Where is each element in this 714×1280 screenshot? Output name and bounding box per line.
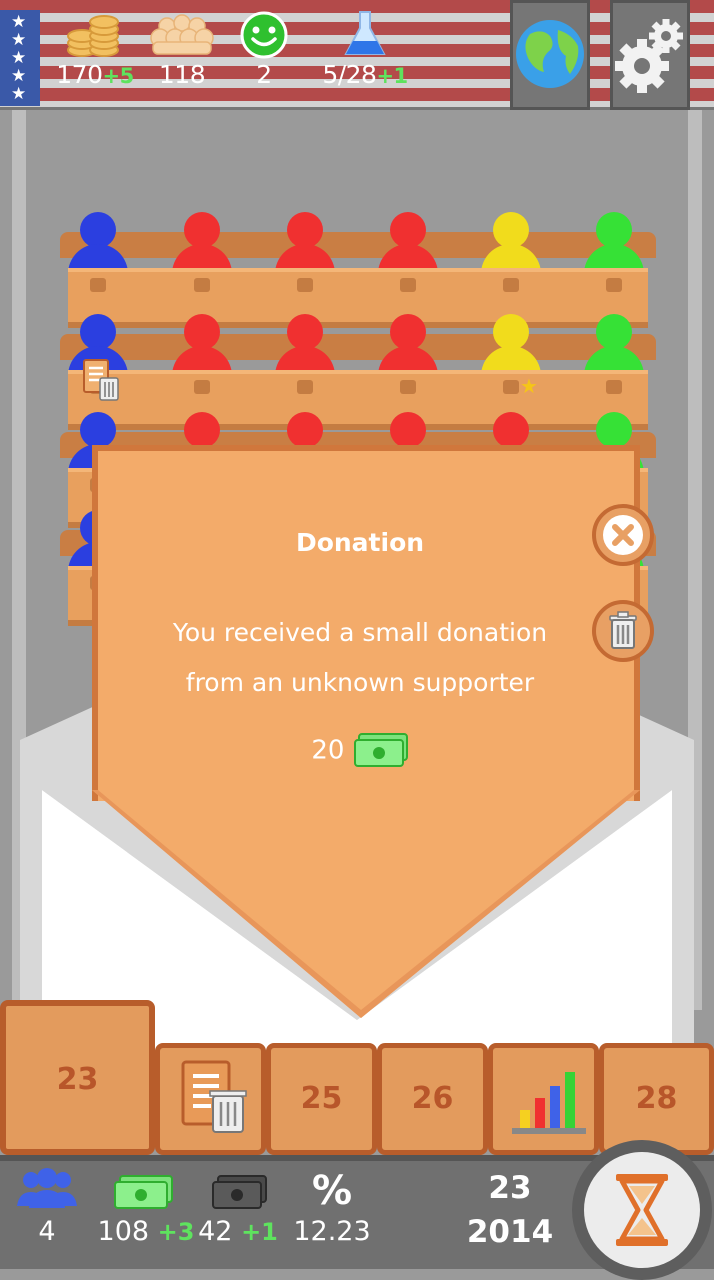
bench-knob (503, 380, 519, 394)
tab-label: 25 (300, 1081, 343, 1116)
bench-knob (297, 278, 313, 292)
tab-label: 26 (411, 1081, 454, 1116)
popup-message: You received a small donation from an un… (92, 608, 628, 708)
document-trash-icon (181, 1060, 247, 1133)
voters-value: 4 (38, 1216, 56, 1247)
bench-knob (90, 278, 106, 292)
percent-symbol: % (311, 1168, 353, 1214)
delete-popup-button[interactable] (592, 600, 654, 662)
trash-icon (609, 611, 637, 649)
end-turn-button-face[interactable] (584, 1152, 700, 1268)
cash-value: 108 (97, 1216, 150, 1247)
bench-knob (194, 380, 210, 394)
close-popup-button[interactable] (592, 504, 654, 566)
favorite-star-icon: ★ (520, 374, 538, 398)
hourglass-icon (616, 1174, 668, 1246)
percent-stat: % 12.23 (282, 1166, 382, 1247)
black-money-icon (188, 1166, 288, 1216)
black-money-delta: +1 (241, 1218, 278, 1246)
bench-knob (400, 380, 416, 394)
tab-day-25[interactable]: 25 (266, 1043, 377, 1155)
popup-message-line2: from an unknown supporter (185, 668, 535, 697)
bench-back (60, 232, 656, 258)
tab-label: 23 (56, 1062, 99, 1097)
current-year: 2014 (466, 1214, 554, 1250)
donation-amount: 20 (92, 732, 628, 770)
close-icon (603, 515, 643, 555)
bench-knob (297, 380, 313, 394)
bench-knob (400, 278, 416, 292)
tab-day-28[interactable]: 28 (599, 1043, 714, 1155)
people-icon (0, 1166, 97, 1216)
black-money-stat: 42 +1 (188, 1166, 288, 1247)
voters-stat: 4 (0, 1166, 97, 1247)
bench-back (60, 334, 656, 360)
tab-statistics[interactable] (488, 1043, 599, 1155)
percent-value: 12.23 (293, 1216, 371, 1247)
bench-knob (606, 278, 622, 292)
current-day: 23 (488, 1170, 532, 1206)
bench-knob (503, 278, 519, 292)
black-money-value: 42 (198, 1216, 233, 1247)
cash-icon (353, 733, 408, 767)
date-display: 23 2014 (455, 1166, 565, 1254)
popup-message-line1: You received a small donation (172, 618, 548, 647)
bench-front (68, 268, 648, 328)
tab-documents[interactable] (155, 1043, 266, 1155)
bench-knob (194, 278, 210, 292)
tab-day-26[interactable]: 26 (377, 1043, 488, 1155)
donation-card-point (92, 790, 640, 1018)
document-trash-icon (82, 358, 124, 406)
bar-chart-icon (511, 1072, 586, 1134)
donation-amount-value: 20 (311, 735, 345, 766)
bench-front (68, 370, 648, 430)
bench-knob (606, 380, 622, 394)
tab-label: 28 (635, 1081, 678, 1116)
cash-stat: 108 +3 (88, 1166, 204, 1247)
popup-title: Donation (295, 528, 425, 557)
cash-icon (88, 1166, 204, 1216)
tab-day-23[interactable]: 23 (0, 1000, 155, 1155)
